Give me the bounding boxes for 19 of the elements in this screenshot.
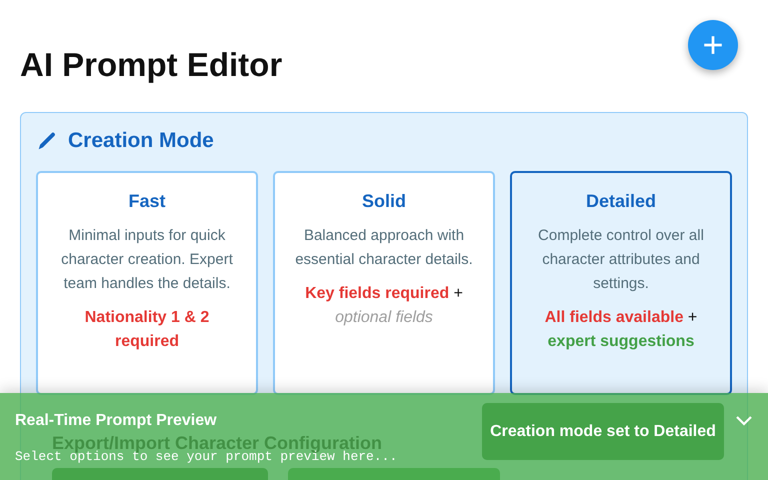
mode-title: Fast	[127, 191, 166, 212]
mode-card[interactable]: Solid Balanced approach with essential character details. Key fields required + optional fields	[273, 171, 495, 395]
mode-description: Minimal inputs for quick character creation. Expert team handles the details.	[60, 226, 234, 294]
mode-note: Nationality 1 & 2 required	[84, 308, 210, 352]
preview-text: Select options to see your prompt preview here...	[15, 449, 398, 464]
mode-title: Detailed	[584, 191, 658, 212]
mode-card[interactable]: Fast Minimal inputs for quick character creation. Expert team handles the details. Nationality 1 & 2 required	[36, 171, 258, 395]
section-title: Creation Mode	[68, 129, 214, 153]
mode-note: Key fields required + optional fields	[304, 284, 464, 328]
mode-description: Balanced approach with essential character details.	[294, 226, 474, 270]
mode-note: All fields available + expert suggestions	[544, 308, 698, 352]
creation-mode-toast: Creation mode set to Detailed	[482, 403, 724, 460]
mode-title: Solid	[361, 191, 407, 212]
preview-title: Real-Time Prompt Preview	[15, 412, 217, 430]
chevron-icon[interactable]	[735, 415, 753, 427]
mode-card[interactable]: Detailed Complete control over all character attributes and settings. All fields available + expert suggestions	[510, 171, 732, 395]
pencil-icon	[36, 130, 58, 152]
page-title: AI Prompt Editor	[20, 46, 282, 84]
mode-description: Complete control over all character attributes and settings.	[537, 226, 705, 294]
